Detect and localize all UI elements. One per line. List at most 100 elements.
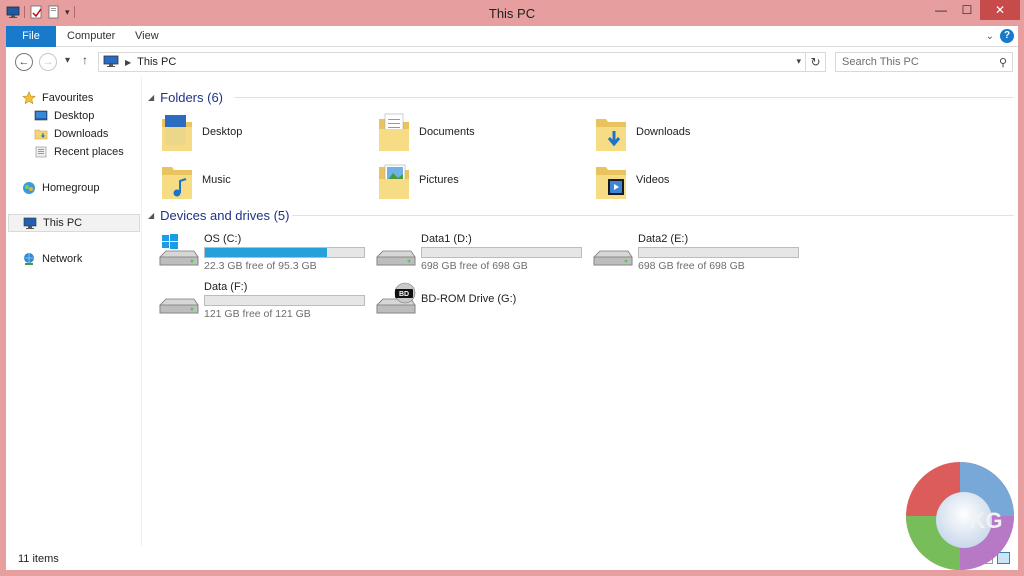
recent-places-icon — [34, 145, 48, 159]
windows-drive-icon — [159, 234, 199, 266]
window-controls: — ☐ ✕ — [928, 0, 1020, 20]
folder-tile-music[interactable]: Music — [160, 157, 231, 203]
close-button[interactable]: ✕ — [980, 0, 1020, 20]
collapse-triangle-icon[interactable]: ◢ — [148, 211, 154, 220]
drive-name: Data1 (D:) — [421, 233, 472, 245]
window-title: This PC — [488, 6, 536, 21]
nav-this-pc[interactable]: This PC — [8, 214, 140, 232]
explorer-body: Favourites Desktop Downloads Recent plac… — [6, 77, 1018, 546]
drive-name: Data2 (E:) — [638, 233, 689, 245]
drive-tile-e[interactable]: Data2 (E:) 698 GB free of 698 GB — [592, 229, 804, 275]
folder-tile-desktop[interactable]: Desktop — [160, 109, 242, 155]
folder-label: Music — [202, 174, 231, 186]
nav-label: Favourites — [42, 92, 94, 104]
ribbon-tabs: File Computer View ⌄ ? — [6, 26, 1018, 47]
tab-file[interactable]: File — [6, 26, 56, 47]
help-icon[interactable]: ? — [1000, 29, 1014, 43]
explorer-window: ▾ This PC — ☐ ✕ File Computer View ⌄ ? ←… — [0, 0, 1024, 576]
tab-view[interactable]: View — [122, 26, 172, 47]
minimize-button[interactable]: — — [928, 0, 954, 20]
nav-recent-places[interactable]: Recent places — [8, 143, 140, 161]
drive-tile-g[interactable]: BD BD-ROM Drive (G:) — [375, 277, 587, 323]
drive-tile-d[interactable]: Data1 (D:) 698 GB free of 698 GB — [375, 229, 587, 275]
folder-tile-videos[interactable]: Videos — [594, 157, 669, 203]
folder-label: Pictures — [419, 174, 459, 186]
nav-homegroup[interactable]: Homegroup — [8, 179, 140, 197]
search-box[interactable]: ⚲ — [835, 52, 1013, 72]
maximize-button[interactable]: ☐ — [954, 0, 980, 20]
status-bar: 11 items — [6, 546, 1018, 570]
search-input[interactable] — [842, 56, 992, 68]
up-arrow-icon[interactable]: ↑ — [82, 53, 88, 67]
collapse-triangle-icon[interactable]: ◢ — [148, 93, 154, 102]
refresh-button[interactable]: ↻ — [806, 52, 826, 72]
nav-label: Network — [42, 253, 83, 265]
drive-usage-bar — [204, 247, 365, 258]
hard-drive-icon — [376, 250, 416, 266]
nav-downloads[interactable]: Downloads — [8, 125, 140, 143]
item-count: 11 items — [18, 553, 59, 565]
devices-group-header[interactable]: ◢ Devices and drives (5) — [148, 205, 1014, 225]
desktop-folder-icon — [162, 115, 192, 151]
folder-label: Desktop — [202, 126, 243, 138]
nav-label: Recent places — [54, 146, 124, 158]
nav-label: This PC — [43, 217, 83, 229]
folder-tile-documents[interactable]: Documents — [377, 109, 475, 155]
forward-arrow-icon: → — [42, 56, 54, 68]
documents-folder-icon — [379, 113, 409, 151]
drive-tile-f[interactable]: Data (F:) 121 GB free of 121 GB — [158, 277, 370, 323]
recent-locations-dropdown-icon[interactable]: ▾ — [65, 55, 70, 66]
folder-label: Documents — [419, 126, 475, 138]
ribbon-right-controls: ⌄ ? — [986, 29, 1014, 43]
drive-free-space: 22.3 GB free of 95.3 GB — [204, 260, 317, 272]
back-arrow-icon: ← — [18, 56, 30, 68]
nav-favourites[interactable]: Favourites — [8, 89, 140, 107]
desktop-icon — [34, 109, 48, 123]
pictures-folder-icon — [379, 164, 409, 199]
drive-usage-fill — [205, 248, 327, 257]
drive-name: BD-ROM Drive (G:) — [421, 293, 517, 305]
content-pane: ◢ Folders (6) Desktop Documents Download… — [144, 77, 1018, 546]
back-button[interactable]: ← — [15, 53, 33, 71]
address-bar[interactable]: ▶ This PC ▾ — [98, 52, 806, 72]
drive-name: Data (F:) — [204, 281, 248, 293]
navigation-pane: Favourites Desktop Downloads Recent plac… — [6, 77, 142, 546]
drive-tile-c[interactable]: OS (C:) 22.3 GB free of 95.3 GB — [158, 229, 370, 275]
downloads-folder-icon — [596, 119, 626, 151]
computer-icon — [23, 216, 37, 230]
search-icon[interactable]: ⚲ — [999, 56, 1007, 69]
address-row: ← → ▾ ↑ ▶ This PC ▾ ↻ ⚲ — [6, 47, 1018, 77]
logo-text: KG — [970, 508, 1003, 533]
bd-rom-drive-icon: BD — [376, 282, 416, 314]
nav-desktop[interactable]: Desktop — [8, 107, 140, 125]
drive-name: OS (C:) — [204, 233, 242, 245]
folder-tile-downloads[interactable]: Downloads — [594, 109, 690, 155]
hard-drive-icon — [159, 298, 199, 314]
nav-label: Homegroup — [42, 182, 100, 194]
network-icon — [22, 252, 36, 266]
homegroup-icon — [22, 181, 36, 195]
drive-free-space: 121 GB free of 121 GB — [204, 308, 311, 320]
group-divider — [234, 97, 1014, 98]
address-dropdown-icon[interactable]: ▾ — [796, 56, 801, 67]
breadcrumb-this-pc[interactable]: This PC — [137, 56, 176, 68]
nav-label: Desktop — [54, 110, 95, 122]
devices-heading: Devices and drives (5) — [160, 207, 290, 223]
drive-usage-bar — [421, 247, 582, 258]
folders-heading: Folders (6) — [160, 89, 224, 105]
group-divider — [292, 215, 1014, 216]
downloads-folder-icon — [34, 127, 48, 141]
breadcrumb-separator-icon[interactable]: ▶ — [125, 58, 131, 67]
drive-usage-bar — [638, 247, 799, 258]
folders-group-header[interactable]: ◢ Folders (6) — [148, 87, 1014, 107]
folder-label: Videos — [636, 174, 670, 186]
folder-label: Downloads — [636, 126, 691, 138]
expand-ribbon-icon[interactable]: ⌄ — [986, 31, 994, 42]
folder-tile-pictures[interactable]: Pictures — [377, 157, 459, 203]
svg-text:BD: BD — [399, 291, 409, 298]
forward-button[interactable]: → — [39, 53, 57, 71]
tab-computer[interactable]: Computer — [54, 26, 128, 47]
kg-logo: KG — [906, 462, 1014, 570]
nav-network[interactable]: Network — [8, 250, 140, 268]
videos-folder-icon — [596, 167, 626, 199]
